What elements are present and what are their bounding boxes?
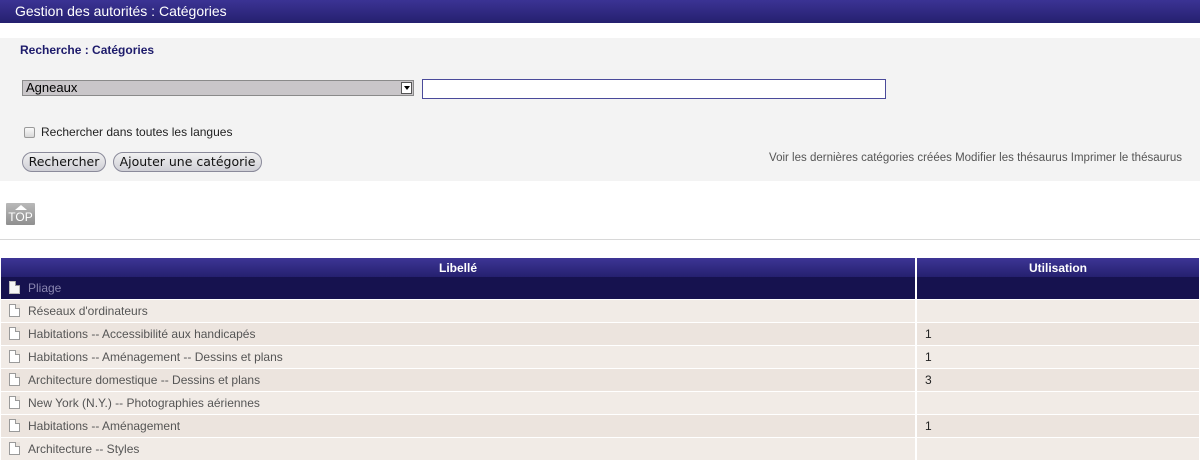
column-header-usage[interactable]: Utilisation — [917, 258, 1199, 277]
cell-usage: 1 — [917, 415, 1199, 438]
usage-count: 1 — [925, 327, 932, 341]
top-label: TOP — [8, 210, 33, 224]
add-category-button[interactable]: Ajouter une catégorie — [113, 152, 262, 172]
category-link[interactable]: Architecture domestique -- Dessins et pl… — [28, 373, 260, 387]
cell-usage — [917, 438, 1199, 461]
cell-usage — [917, 300, 1199, 323]
cell-label: New York (N.Y.) -- Photographies aérienn… — [1, 392, 917, 415]
chevron-down-icon[interactable] — [401, 82, 412, 94]
table-row[interactable]: Architecture domestique -- Dessins et pl… — [1, 369, 1199, 392]
cell-usage — [917, 392, 1199, 415]
document-icon — [9, 327, 20, 340]
thesaurus-select-value: Agneaux — [26, 80, 78, 95]
cell-usage — [917, 277, 1199, 300]
category-link[interactable]: Architecture -- Styles — [28, 442, 139, 456]
cell-label: Architecture domestique -- Dessins et pl… — [1, 369, 917, 392]
document-icon — [9, 304, 20, 317]
cell-usage: 1 — [917, 323, 1199, 346]
table-row[interactable]: Architecture -- Styles — [1, 438, 1199, 461]
all-languages-label: Rechercher dans toutes les langues — [41, 125, 233, 139]
modify-thesaurus-link[interactable]: Modifier les thésaurus — [955, 152, 1068, 164]
page-title: Gestion des autorités : Catégories — [15, 3, 227, 19]
results-table: Libellé Utilisation Pliage Réseaux d'ordi… — [1, 258, 1199, 461]
table-row[interactable]: New York (N.Y.) -- Photographies aérienn… — [1, 392, 1199, 415]
table-row[interactable]: Habitations -- Accessibilité aux handica… — [1, 323, 1199, 346]
category-link[interactable]: Habitations -- Accessibilité aux handica… — [28, 327, 255, 341]
cell-label: Pliage — [1, 277, 917, 300]
cell-label: Habitations -- Accessibilité aux handica… — [1, 323, 917, 346]
category-link[interactable]: New York (N.Y.) -- Photographies aérienn… — [28, 396, 260, 410]
table-row[interactable]: Réseaux d'ordinateurs — [1, 300, 1199, 323]
document-icon — [9, 281, 20, 294]
document-icon — [9, 373, 20, 386]
usage-count: 1 — [925, 419, 932, 433]
cell-label: Habitations -- Aménagement — [1, 415, 917, 438]
document-icon — [9, 442, 20, 455]
table-header-row: Libellé Utilisation — [1, 258, 1199, 277]
column-header-label[interactable]: Libellé — [1, 258, 917, 277]
all-languages-checkbox[interactable] — [24, 126, 35, 138]
table-row[interactable]: Habitations -- Aménagement -- Dessins et… — [1, 346, 1199, 369]
thesaurus-select[interactable]: Agneaux — [22, 80, 414, 96]
search-panel: Recherche : Catégories Agneaux Recherche… — [0, 38, 1200, 181]
cell-usage: 1 — [917, 346, 1199, 369]
cell-label: Réseaux d'ordinateurs — [1, 300, 917, 323]
category-link[interactable]: Pliage — [28, 281, 61, 295]
cell-usage: 3 — [917, 369, 1199, 392]
category-link[interactable]: Réseaux d'ordinateurs — [28, 304, 148, 318]
back-to-top-icon[interactable]: TOP — [6, 203, 35, 225]
category-link[interactable]: Habitations -- Aménagement -- Dessins et… — [28, 350, 283, 364]
search-input[interactable] — [422, 79, 886, 99]
divider — [0, 239, 1200, 240]
document-icon — [9, 350, 20, 363]
cell-label: Habitations -- Aménagement -- Dessins et… — [1, 346, 917, 369]
print-thesaurus-link[interactable]: Imprimer le thésaurus — [1071, 152, 1182, 164]
table-row[interactable]: Habitations -- Aménagement 1 — [1, 415, 1199, 438]
table-row[interactable]: Pliage — [1, 277, 1199, 300]
document-icon — [9, 419, 20, 432]
usage-count: 1 — [925, 350, 932, 364]
all-languages-option[interactable]: Rechercher dans toutes les langues — [24, 125, 232, 139]
page-title-bar: Gestion des autorités : Catégories — [0, 0, 1200, 23]
cell-label: Architecture -- Styles — [1, 438, 917, 461]
category-link[interactable]: Habitations -- Aménagement — [28, 419, 180, 433]
search-button[interactable]: Rechercher — [22, 152, 106, 172]
recent-categories-link[interactable]: Voir les dernières catégories créées — [769, 152, 952, 164]
thesaurus-links: Voir les dernières catégories créées Mod… — [769, 152, 1182, 164]
search-title: Recherche : Catégories — [20, 43, 155, 57]
document-icon — [9, 396, 20, 409]
usage-count: 3 — [925, 373, 932, 387]
